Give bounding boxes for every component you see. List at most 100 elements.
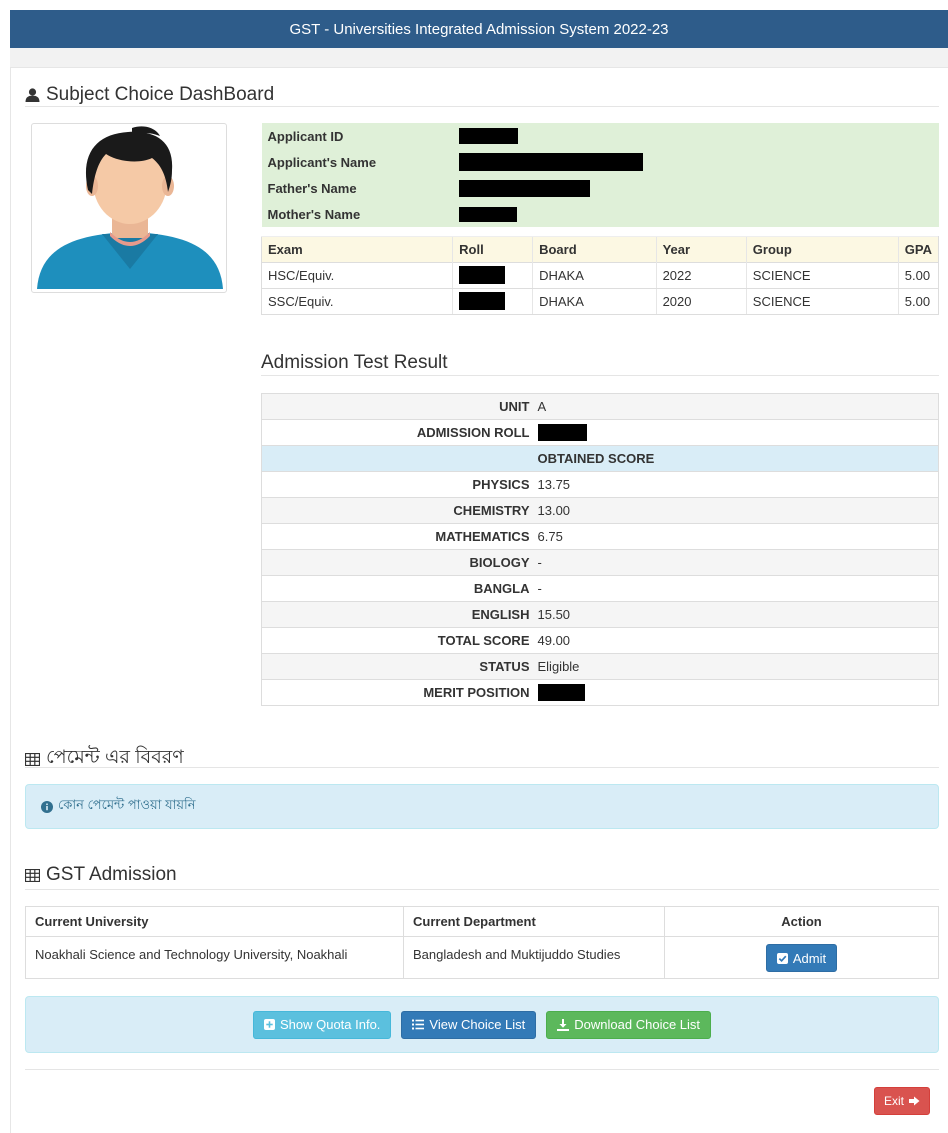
view-choice-list-label: View Choice List: [429, 1017, 526, 1032]
applicant-id-label: Applicant ID: [261, 123, 453, 149]
english-value: 15.50: [533, 601, 939, 628]
total-score-label: TOTAL SCORE: [261, 627, 534, 654]
dashboard-title: Subject Choice DashBoard: [46, 84, 275, 105]
admission-roll-label: ADMISSION ROLL: [261, 419, 534, 446]
redacted-block: [458, 207, 517, 223]
result-row: BIOLOGY -: [261, 549, 939, 576]
result-row: OBTAINED SCORE: [261, 445, 939, 472]
result-row: ENGLISH 15.50: [261, 601, 939, 628]
merit-position-label: MERIT POSITION: [261, 679, 534, 706]
col-group: Group: [745, 235, 899, 262]
roll-cell: [452, 261, 533, 289]
gst-admission-title: GST Admission: [46, 864, 177, 885]
col-action: Action: [664, 906, 939, 937]
content-border: [10, 68, 11, 1133]
exam-cell: SSC/Equiv.: [260, 287, 453, 315]
app-header: GST - Universities Integrated Admission …: [10, 10, 948, 48]
group-cell: SCIENCE: [745, 287, 899, 315]
obtained-score-label: OBTAINED SCORE: [533, 445, 939, 472]
payment-title: পেমেন্ট এর বিবরণ: [46, 747, 184, 768]
applicant-name-value: [452, 149, 939, 175]
result-row: TOTAL SCORE 49.00: [261, 627, 939, 654]
physics-label: PHYSICS: [261, 471, 534, 498]
result-row: BANGLA -: [261, 575, 939, 602]
col-current-department: Current Department: [403, 906, 665, 937]
redacted-block: [459, 292, 506, 310]
sign-out-icon: [909, 1096, 920, 1106]
action-cell: Admit: [664, 936, 939, 979]
father-name-value: [452, 175, 939, 201]
applicant-name-row: Applicant's Name: [261, 149, 939, 175]
bangla-label: BANGLA: [261, 575, 534, 602]
redacted-block: [459, 266, 506, 284]
chemistry-value: 13.00: [533, 497, 939, 524]
show-quota-info-label: Show Quota Info.: [279, 1017, 381, 1032]
father-name-label: Father's Name: [261, 175, 453, 201]
show-quota-info-button[interactable]: Show Quota Info.: [252, 1010, 392, 1039]
merit-position-value: [533, 679, 939, 706]
status-value: Eligible: [533, 653, 939, 680]
exit-button-label: Exit: [884, 1094, 905, 1108]
current-department-cell: Bangladesh and Muktijuddo Studies: [403, 936, 665, 979]
download-icon: [557, 1018, 570, 1031]
gst-admission-heading: GST Admission: [25, 864, 177, 886]
choice-actions-panel: Show Quota Info. View Choice List Downlo…: [25, 996, 939, 1053]
table-row: Noakhali Science and Technology Universi…: [25, 936, 939, 979]
result-heading: Admission Test Result: [261, 352, 448, 374]
mother-name-row: Mother's Name: [261, 201, 939, 227]
board-cell: DHAKA: [532, 261, 657, 289]
gst-admission-table: Current University Current Department Ac…: [25, 906, 939, 979]
table-icon: [25, 752, 40, 766]
redacted-block: [458, 128, 518, 145]
list-icon: [412, 1019, 425, 1030]
year-cell: 2022: [655, 261, 747, 289]
father-name-row: Father's Name: [261, 175, 939, 201]
sub-bar: [10, 48, 948, 68]
result-title: Admission Test Result: [261, 352, 448, 373]
result-row: MERIT POSITION: [261, 679, 939, 706]
exam-cell: HSC/Equiv.: [260, 261, 453, 289]
col-gpa: GPA: [897, 235, 940, 262]
download-choice-list-button[interactable]: Download Choice List: [546, 1010, 712, 1039]
total-score-value: 49.00: [533, 627, 939, 654]
applicant-photo: [31, 123, 227, 293]
redacted-block: [458, 179, 590, 197]
applicant-name-label: Applicant's Name: [261, 149, 453, 175]
exit-button[interactable]: Exit: [874, 1087, 931, 1115]
result-row: UNIT A: [261, 393, 939, 420]
english-label: ENGLISH: [261, 601, 534, 628]
year-cell: 2020: [655, 287, 747, 315]
payment-heading: পেমেন্ট এর বিবরণ: [25, 743, 184, 775]
current-university-cell: Noakhali Science and Technology Universi…: [25, 936, 404, 979]
result-row: STATUS Eligible: [261, 653, 939, 680]
redacted-block: [537, 684, 585, 702]
redacted-block: [537, 424, 587, 442]
unit-label: UNIT: [261, 393, 534, 420]
avatar-illustration: [37, 126, 223, 289]
exam-table-header: Exam Roll Board Year Group GPA: [260, 235, 940, 262]
divider: [25, 1069, 939, 1070]
admit-button-label: Admit: [792, 950, 827, 966]
col-exam: Exam: [260, 235, 453, 262]
biology-value: -: [533, 549, 939, 576]
view-choice-list-button[interactable]: View Choice List: [401, 1010, 537, 1039]
admit-button[interactable]: Admit: [765, 944, 838, 972]
admission-roll-value: [533, 419, 939, 446]
table-row: SSC/Equiv. DHAKA 2020 SCIENCE 5.00: [260, 287, 940, 315]
payment-alert: কোন পেমেন্ট পাওয়া যায়নি: [25, 784, 939, 829]
roll-cell: [452, 287, 533, 315]
mathematics-value: 6.75: [533, 523, 939, 550]
result-table: UNIT A ADMISSION ROLL OBTAINED SCORE PHY…: [261, 393, 939, 706]
info-circle-icon: [41, 800, 53, 813]
bangla-value: -: [533, 575, 939, 602]
unit-value: A: [533, 393, 939, 420]
divider: [25, 889, 939, 890]
mathematics-label: MATHEMATICS: [261, 523, 534, 550]
mother-name-label: Mother's Name: [261, 201, 453, 227]
user-icon: [25, 88, 40, 102]
check-square-icon: [776, 952, 788, 964]
gpa-cell: 5.00: [897, 287, 940, 315]
col-current-university: Current University: [25, 906, 404, 937]
divider: [261, 375, 939, 376]
plus-square-icon: [263, 1019, 275, 1030]
